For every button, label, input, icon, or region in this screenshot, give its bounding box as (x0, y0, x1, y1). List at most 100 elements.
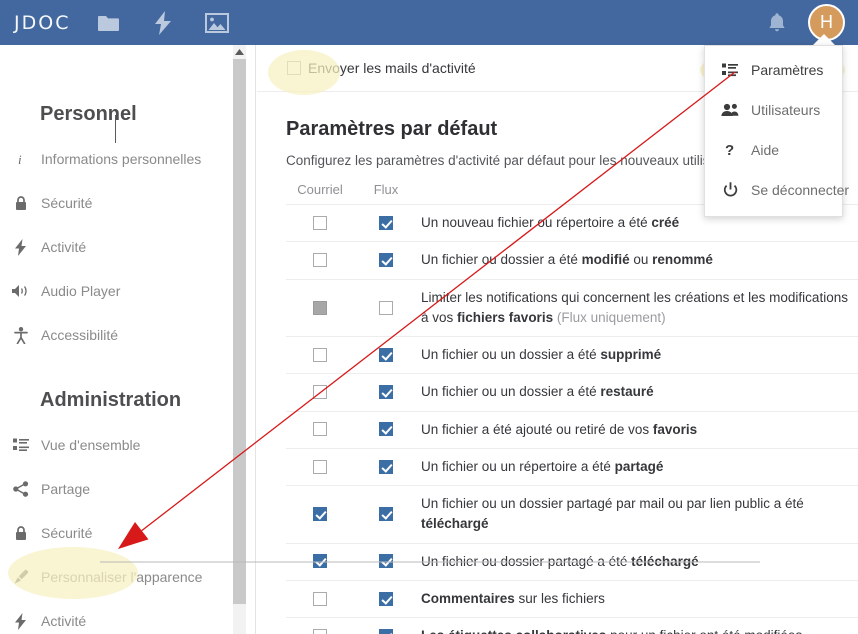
stream-notification-checkbox[interactable] (379, 385, 393, 400)
list-icon (12, 436, 30, 454)
user-menu-dropdown: Paramètres Utilisateurs ? Aide Se déconn… (704, 45, 849, 217)
photos-icon[interactable] (203, 9, 231, 37)
menu-item-parametres[interactable]: Paramètres (705, 50, 842, 90)
row-description: Un fichier ou un répertoire a été partag… (418, 447, 858, 486)
email-notification-checkbox[interactable] (313, 554, 327, 569)
table-row: Un fichier ou un répertoire a été partag… (286, 447, 858, 486)
row-description: Un fichier a été ajouté ou retiré de vos… (418, 410, 858, 449)
stream-notification-checkbox[interactable] (379, 591, 393, 606)
row-description: Limiter les notifications qui concernent… (418, 278, 858, 337)
email-notification-checkbox[interactable] (313, 591, 327, 606)
email-notification-cell (286, 278, 354, 337)
sidebar-item-activite-personnel[interactable]: Activité (0, 231, 247, 263)
activity-icon (12, 612, 30, 630)
info-icon: i (12, 150, 30, 168)
sidebar-item-label: Personnaliser l'apparence (41, 569, 203, 585)
email-notification-checkbox (313, 300, 327, 315)
email-notification-checkbox[interactable] (313, 253, 327, 268)
svg-text:?: ? (725, 142, 734, 158)
menu-item-utilisateurs[interactable]: Utilisateurs (705, 90, 842, 130)
table-row: Limiter les notifications qui concernent… (286, 278, 858, 337)
activity-icon[interactable] (149, 9, 177, 37)
email-notification-cell (286, 203, 354, 242)
speaker-icon (12, 282, 30, 300)
stream-notification-checkbox[interactable] (379, 507, 393, 522)
activity-icon (12, 238, 30, 256)
stream-notification-cell (354, 447, 418, 486)
menu-item-label: Utilisateurs (751, 102, 821, 118)
table-row: Un fichier ou un dossier a été restauré (286, 373, 858, 411)
email-notification-checkbox[interactable] (313, 215, 327, 230)
stream-notification-checkbox[interactable] (379, 253, 393, 268)
accessibility-icon (12, 326, 30, 344)
menu-item-label: Paramètres (751, 62, 824, 78)
table-row: Un fichier a été ajouté ou retiré de vos… (286, 410, 858, 449)
sidebar-item-securite-personnel[interactable]: Sécurité (0, 187, 247, 219)
app-logo[interactable]: JDOC (14, 12, 70, 34)
menu-item-label: Se déconnecter (751, 182, 850, 198)
lock-icon (12, 524, 30, 542)
help-icon: ? (721, 141, 739, 159)
email-notification-cell (286, 447, 354, 486)
sidebar-item-personnaliser-lapparence[interactable]: Personnaliser l'apparence (0, 561, 247, 593)
users-icon (721, 101, 739, 119)
sidebar-item-partage[interactable]: Partage (0, 473, 247, 505)
sidebar-item-informations-personnelles[interactable]: i Informations personnelles (0, 143, 247, 175)
stream-notification-checkbox[interactable] (379, 347, 393, 362)
stream-notification-checkbox[interactable] (379, 422, 393, 437)
stream-notification-cell (354, 579, 418, 618)
bell-icon[interactable] (767, 12, 787, 34)
stream-notification-cell (354, 373, 418, 411)
send-activity-mails-checkbox[interactable] (287, 61, 301, 75)
email-notification-cell (286, 335, 354, 374)
table-row: Commentaires sur les fichiers (286, 579, 858, 618)
sidebar-section-personal-title: Personnel (40, 103, 137, 125)
stream-notification-checkbox[interactable] (379, 554, 393, 569)
table-row: Les étiquettes collaboratives pour un fi… (286, 616, 858, 634)
svg-text:i: i (18, 152, 22, 167)
stream-notification-cell (354, 485, 418, 543)
stream-notification-checkbox[interactable] (379, 300, 393, 315)
sidebar-item-label: Activité (41, 239, 87, 255)
sidebar-item-accessibilite[interactable]: Accessibilité (0, 319, 247, 351)
stream-notification-checkbox[interactable] (379, 459, 393, 474)
email-notification-checkbox[interactable] (313, 347, 327, 362)
lock-icon (12, 194, 30, 212)
email-notification-checkbox[interactable] (313, 459, 327, 474)
email-notification-cell (286, 373, 354, 411)
sidebar-item-activite-admin[interactable]: Activité (0, 605, 247, 634)
email-notification-checkbox[interactable] (313, 507, 327, 522)
text-cursor (115, 115, 116, 143)
email-notification-cell (286, 542, 354, 581)
email-notification-cell (286, 579, 354, 618)
settings-sidebar: Personnel i Informations personnelles Sé… (0, 45, 256, 634)
email-notification-checkbox[interactable] (313, 422, 327, 437)
sidebar-scrollbar-thumb[interactable] (233, 59, 246, 604)
stream-notification-cell (354, 335, 418, 374)
menu-item-se-deconnecter[interactable]: Se déconnecter (705, 170, 849, 210)
email-notification-cell (286, 410, 354, 449)
table-row: Un fichier ou un dossier a été supprimé (286, 335, 858, 374)
stream-notification-checkbox[interactable] (379, 628, 393, 634)
row-description: Un fichier ou dossier partagé a été télé… (418, 542, 858, 581)
send-activity-mails-label: Envoyer les mails d'activité (308, 60, 476, 76)
email-notification-cell (286, 485, 354, 543)
folder-icon[interactable] (95, 9, 123, 37)
sidebar-item-label: Sécurité (41, 195, 93, 211)
stream-notification-checkbox[interactable] (379, 215, 393, 230)
sidebar-item-label: Activité (41, 613, 87, 629)
sidebar-item-audio-player[interactable]: Audio Player (0, 275, 247, 307)
brush-icon (12, 568, 30, 586)
scroll-up-arrow-icon[interactable] (233, 45, 246, 59)
row-description: Un fichier ou un dossier partagé par mai… (418, 485, 858, 543)
sidebar-item-vue-densemble[interactable]: Vue d'ensemble (0, 429, 247, 461)
row-description: Un fichier ou un dossier a été restauré (418, 373, 858, 411)
app-window: JDOC H Personnel i Informations personne… (0, 0, 858, 634)
sidebar-item-securite-admin[interactable]: Sécurité (0, 517, 247, 549)
email-notification-checkbox[interactable] (313, 628, 327, 634)
table-row: Un fichier ou dossier a été modifié ou r… (286, 241, 858, 279)
menu-item-aide[interactable]: ? Aide (705, 130, 842, 170)
email-notification-checkbox[interactable] (313, 385, 327, 400)
send-activity-mails-toggle[interactable]: Envoyer les mails d'activité (287, 60, 476, 76)
stream-notification-cell (354, 278, 418, 337)
